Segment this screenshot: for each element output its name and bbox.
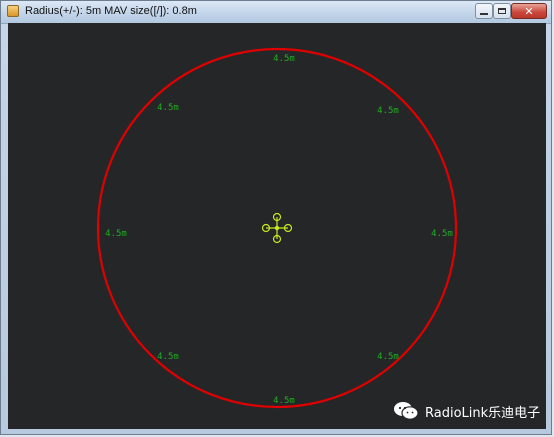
radar-svg [96, 47, 458, 409]
sector-label-s: 4.5m [273, 396, 295, 406]
sector-label-sw: 4.5m [157, 352, 179, 362]
wechat-icon [394, 402, 419, 420]
sector-label-w: 4.5m [105, 229, 127, 239]
sector-label-se: 4.5m [377, 352, 399, 362]
sector-label-ne: 4.5m [377, 106, 399, 116]
watermark: RadioLink乐迪电子 [393, 397, 540, 425]
sector-label-nw: 4.5m [157, 103, 179, 113]
maximize-button[interactable] [493, 3, 511, 19]
proximity-radar-canvas[interactable]: 4.5m 4.5m 4.5m 4.5m 4.5m 4.5m 4.5m 4.5m [8, 23, 546, 429]
sector-label-e: 4.5m [431, 229, 453, 239]
close-icon: ✕ [524, 4, 534, 18]
window-title: Radius(+/-): 5m MAV size([/]): 0.8m [25, 5, 197, 17]
app-icon [7, 5, 19, 17]
app-window: Radius(+/-): 5m MAV size([/]): 0.8m ✕ 4.… [0, 0, 552, 435]
minimize-button[interactable] [475, 3, 493, 19]
watermark-text: RadioLink乐迪电子 [425, 405, 541, 421]
sector-label-n: 4.5m [273, 54, 295, 64]
maximize-icon [498, 8, 506, 14]
close-button[interactable]: ✕ [511, 3, 547, 19]
vehicle-icon [261, 212, 293, 244]
title-bar[interactable]: Radius(+/-): 5m MAV size([/]): 0.8m ✕ [1, 1, 551, 24]
minimize-icon [480, 13, 488, 15]
